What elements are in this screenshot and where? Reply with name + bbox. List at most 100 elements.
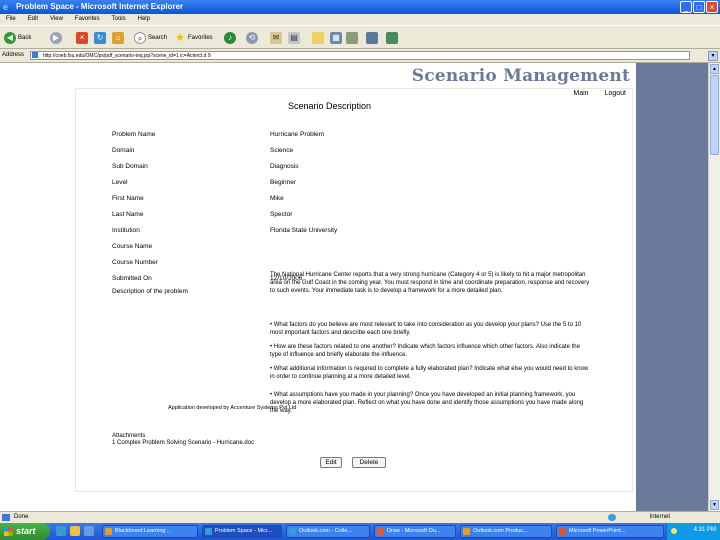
scenario-panel: Main Logout Scenario Description Problem… [76, 89, 632, 491]
field-value-problem-name: Hurricane Problem [270, 131, 325, 138]
vertical-scrollbar[interactable]: ▲ ▼ [708, 63, 720, 511]
ie-task-icon [205, 528, 212, 535]
menu-favorites[interactable]: Favorites [75, 14, 100, 25]
menu-file[interactable]: File [6, 14, 16, 25]
search-button[interactable]: ⌕ Search [134, 31, 167, 45]
quicklaunch-media-icon[interactable] [84, 526, 94, 536]
field-label-course-number: Course Number [112, 259, 158, 266]
forward-arrow-icon: ▶ [50, 32, 62, 44]
scroll-down-arrow-icon[interactable]: ▼ [710, 500, 719, 510]
quicklaunch-ie-icon[interactable] [56, 526, 66, 536]
quicklaunch-desktop-icon[interactable] [70, 526, 80, 536]
tool-icon [346, 32, 358, 44]
field-value-first-name: Mike [270, 195, 284, 202]
research-button[interactable]: ▦ [330, 31, 342, 45]
extra-button[interactable] [386, 31, 398, 45]
field-label-last-name: Last Name [112, 211, 144, 218]
field-value-last-name: Spector [270, 211, 293, 218]
task-blackboard[interactable]: Blackboard Learning ... [102, 525, 198, 538]
task-draw[interactable]: Draw - Microsoft Ou... [374, 525, 456, 538]
search-label: Search [148, 35, 168, 41]
logout-link[interactable]: Logout [605, 90, 626, 97]
main-link[interactable]: Main [573, 90, 588, 97]
mail-button[interactable]: ✉ [270, 31, 282, 45]
powerpoint-icon [559, 528, 566, 535]
refresh-button[interactable]: ↻ [94, 31, 106, 45]
back-button[interactable]: ◀ Back [4, 31, 31, 45]
menu-view[interactable]: View [50, 14, 63, 25]
field-label-course-name: Course Name [112, 243, 153, 250]
tray-icon[interactable] [671, 528, 677, 534]
print-button[interactable]: ▤ [288, 31, 300, 45]
discuss-icon [366, 32, 378, 44]
field-label-first-name: First Name [112, 195, 144, 202]
home-button[interactable]: ⌂ [112, 31, 124, 45]
history-button[interactable]: ⟲ [246, 31, 258, 45]
mail-icon: ✉ [270, 32, 282, 44]
field-label-institution: Institution [112, 227, 140, 234]
forward-button[interactable]: ▶ [50, 31, 62, 45]
field-label-sub-domain: Sub Domain [112, 163, 148, 170]
scroll-up-arrow-icon[interactable]: ▲ [710, 64, 719, 74]
description-bullet-3: • What additional information is require… [270, 366, 589, 380]
task-outlook-products[interactable]: Outlook.com Produc... [460, 525, 552, 538]
maximize-button[interactable]: □ [693, 1, 705, 13]
section-title: Scenario Description [288, 101, 372, 111]
menu-edit[interactable]: Edit [28, 14, 38, 25]
status-text: Done [14, 514, 29, 520]
address-input[interactable]: http://coeb.fsu.edu/OMC/ps/pdf_scenario-… [30, 51, 690, 60]
windows-logo-icon [4, 527, 13, 536]
description-bullet-4: • What assumptions have you made in your… [270, 392, 584, 414]
app-header: Scenario Management [72, 63, 636, 89]
discuss-button[interactable] [366, 31, 378, 45]
description-bullet-1: • What factors do you believe are most r… [270, 322, 582, 336]
field-value-domain: Science [270, 147, 294, 154]
field-value-sub-domain: Diagnosis [270, 163, 299, 170]
task-label: Draw - Microsoft Ou... [387, 528, 441, 534]
taskbar: start Blackboard Learning ... Problem Sp… [0, 523, 720, 540]
field-label-domain: Domain [112, 147, 135, 154]
edit-button[interactable]: Edit [320, 457, 342, 468]
media-button[interactable]: ♪ [224, 31, 236, 45]
draw-icon [377, 528, 384, 535]
minimize-button[interactable]: _ [680, 1, 692, 13]
status-zone: Internet [649, 514, 670, 520]
refresh-icon: ↻ [94, 32, 106, 44]
window-title: Problem Space - Microsoft Internet Explo… [16, 2, 184, 11]
research-icon: ▦ [330, 32, 342, 44]
favorites-button[interactable]: ★ Favorites [174, 31, 213, 45]
media-icon: ♪ [224, 32, 236, 44]
address-bar: Address http://coeb.fsu.edu/OMC/ps/pdf_s… [0, 49, 720, 63]
address-dropdown-button[interactable]: ▾ [708, 51, 718, 61]
messenger-button[interactable] [346, 31, 358, 45]
task-label: Problem Space - Micr... [215, 528, 273, 534]
history-icon: ⟲ [246, 32, 258, 44]
stop-button[interactable]: × [76, 31, 88, 45]
home-icon: ⌂ [112, 32, 124, 44]
menu-help[interactable]: Help [138, 14, 150, 25]
start-button[interactable]: start [0, 523, 50, 540]
attachment-link[interactable]: 1 Complex Problem Solving Scenario - Hur… [112, 440, 254, 446]
address-label: Address [2, 52, 25, 58]
delete-button[interactable]: Delete [352, 457, 386, 468]
folder-button[interactable] [312, 31, 324, 45]
brand-title: Scenario Management [411, 66, 630, 86]
outlook-icon [463, 528, 470, 535]
search-icon: ⌕ [134, 32, 146, 44]
window-titlebar[interactable]: e Problem Space - Microsoft Internet Exp… [0, 0, 720, 14]
task-outlook-college[interactable]: Outlook.com - Colle... [286, 525, 370, 538]
scroll-thumb[interactable] [710, 75, 719, 155]
footer-note: Application developed by Accenture Syste… [168, 405, 297, 411]
back-arrow-icon: ◀ [4, 32, 16, 44]
start-label: start [16, 526, 36, 536]
back-label: Back [18, 35, 32, 41]
menu-bar: File Edit View Favorites Tools Help [0, 14, 720, 25]
stop-icon: × [76, 32, 88, 44]
close-button[interactable]: × [706, 1, 718, 13]
menu-tools[interactable]: Tools [112, 14, 126, 25]
clock: 4:31 PM [693, 527, 716, 533]
task-powerpoint[interactable]: Microsoft PowerPoint... [556, 525, 664, 538]
task-problem-space[interactable]: Problem Space - Micr... [202, 525, 282, 538]
top-nav: Main Logout [573, 90, 626, 97]
messenger-icon [386, 32, 398, 44]
